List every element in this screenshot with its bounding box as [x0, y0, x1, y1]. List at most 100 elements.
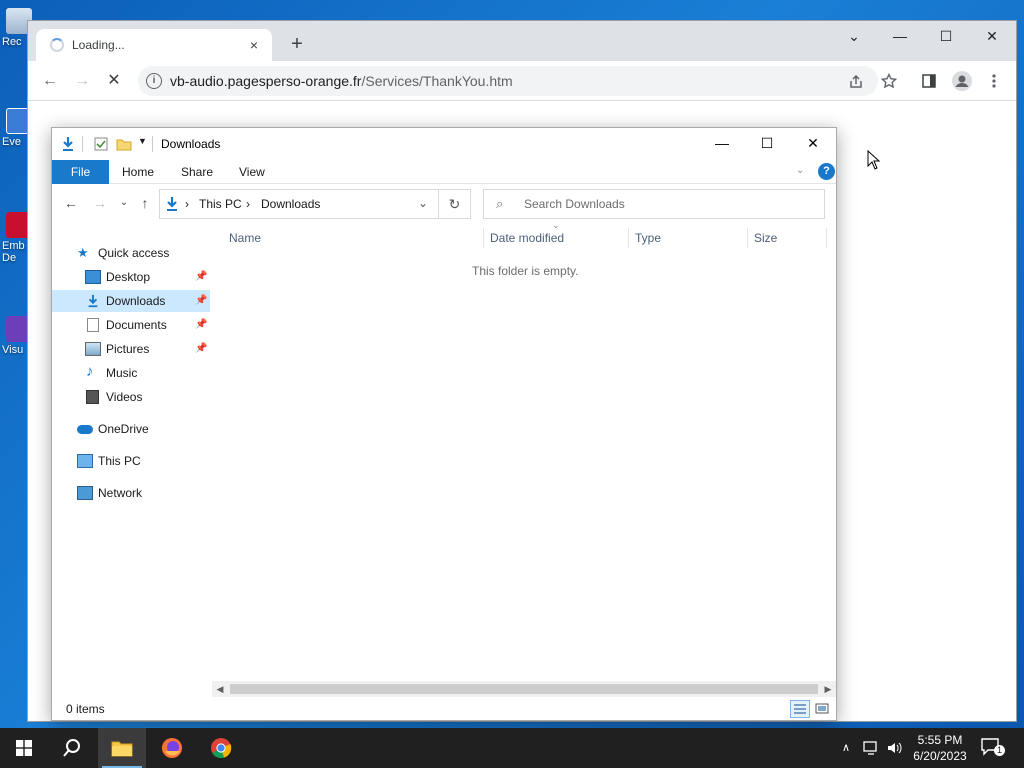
nav-onedrive[interactable]: OneDrive: [77, 418, 209, 440]
column-separator[interactable]: [628, 228, 629, 248]
file-list: Name Date modified ⌄ Type Size This fold…: [215, 220, 836, 686]
tab-view[interactable]: View: [239, 160, 265, 184]
nav-quick-access[interactable]: ★ Quick access: [77, 242, 209, 264]
up-arrow-icon[interactable]: ↑: [135, 193, 155, 213]
new-tab-button[interactable]: +: [284, 32, 310, 58]
help-button[interactable]: ?: [818, 163, 835, 180]
scroll-thumb[interactable]: [230, 684, 818, 694]
pin-icon[interactable]: 📌: [195, 314, 207, 336]
browser-maximize-button[interactable]: ☐: [923, 21, 969, 53]
start-button[interactable]: [0, 728, 48, 768]
network-status-icon[interactable]: [862, 740, 880, 756]
volume-icon[interactable]: [886, 740, 904, 756]
details-view-button[interactable]: [790, 700, 810, 718]
large-icons-view-button[interactable]: [812, 700, 832, 718]
forward-button[interactable]: →: [68, 67, 96, 95]
browser-tab[interactable]: Loading... ×: [36, 29, 272, 61]
notification-badge: 1: [994, 745, 1005, 756]
explorer-maximize-button[interactable]: ☐: [744, 128, 790, 158]
taskbar-firefox[interactable]: [148, 728, 196, 768]
nav-network[interactable]: Network: [77, 482, 209, 504]
breadcrumb-downloads[interactable]: Downloads: [261, 197, 320, 211]
side-panel-icon[interactable]: [921, 73, 937, 89]
pictures-icon: [85, 342, 101, 356]
pin-icon[interactable]: 📌: [195, 338, 207, 360]
nav-label: Desktop: [106, 270, 151, 284]
new-folder-icon[interactable]: [116, 136, 132, 152]
refresh-button[interactable]: ↻: [439, 189, 471, 219]
column-separator[interactable]: [826, 228, 827, 248]
chrome-icon: [211, 738, 232, 759]
desktop-icon-label: Emb De: [2, 240, 25, 264]
browser-toolbar: ← → ✕ i vb-audio.pagesperso-orange.fr/Se…: [28, 61, 1016, 101]
customize-qat-dropdown-icon[interactable]: ▼: [138, 136, 147, 146]
forward-arrow-icon[interactable]: →: [90, 193, 110, 213]
nav-desktop[interactable]: Desktop 📌: [52, 266, 210, 288]
explorer-close-button[interactable]: ✕: [790, 128, 836, 158]
back-button[interactable]: ←: [36, 67, 64, 95]
nav-videos[interactable]: Videos: [52, 386, 210, 408]
breadcrumb-separator[interactable]: ›: [185, 197, 189, 211]
explorer-title-bar: ▼ Downloads — ☐ ✕: [52, 128, 836, 160]
properties-icon[interactable]: [93, 136, 109, 152]
horizontal-scrollbar[interactable]: ◀ ▶: [212, 681, 836, 697]
column-header-name[interactable]: Name: [229, 226, 261, 250]
explorer-minimize-button[interactable]: —: [699, 128, 745, 158]
desktop-icon-label: Eve: [2, 136, 21, 148]
taskbar-chrome[interactable]: [197, 728, 245, 768]
pin-icon[interactable]: 📌: [195, 290, 207, 312]
browser-minimize-button[interactable]: —: [877, 21, 923, 53]
clock-date: 6/20/2023: [913, 749, 967, 763]
tab-share[interactable]: Share: [181, 160, 213, 184]
scroll-left-icon[interactable]: ◀: [212, 681, 228, 697]
notification-center-button[interactable]: 1: [981, 738, 1005, 756]
nav-this-pc[interactable]: This PC: [77, 450, 209, 472]
address-bar[interactable]: › This PC › Downloads ⌄: [159, 189, 439, 219]
nav-documents[interactable]: Documents 📌: [52, 314, 210, 336]
search-icon: ⌕: [496, 196, 504, 211]
nav-pictures[interactable]: Pictures 📌: [52, 338, 210, 360]
nav-label: Pictures: [106, 342, 150, 356]
tab-close-button[interactable]: ×: [244, 35, 264, 55]
status-bar: 0 items: [52, 698, 836, 720]
search-box[interactable]: ⌕ Search Downloads: [483, 189, 825, 219]
stop-loading-button[interactable]: ✕: [100, 67, 128, 95]
site-info-icon[interactable]: i: [146, 73, 162, 89]
column-separator[interactable]: [483, 228, 484, 248]
recent-locations-icon[interactable]: ⌄: [114, 193, 134, 213]
nav-music[interactable]: ♪ Music: [52, 362, 210, 384]
system-clock[interactable]: 5:55 PM 6/20/2023: [905, 732, 975, 764]
nav-label: Documents: [106, 318, 167, 332]
tab-search-button[interactable]: ⌄: [831, 21, 877, 53]
url-text[interactable]: vb-audio.pagesperso-orange.fr/Services/T…: [170, 73, 513, 89]
breadcrumb-separator[interactable]: ›: [246, 197, 250, 211]
bookmark-star-icon[interactable]: [881, 73, 897, 89]
details-view-icon: [794, 704, 806, 714]
taskbar-file-explorer[interactable]: [98, 728, 146, 768]
desktop-icon-label: Rec: [2, 36, 22, 48]
scroll-right-icon[interactable]: ▶: [820, 681, 836, 697]
tab-home[interactable]: Home: [122, 160, 154, 184]
star-icon: ★: [77, 245, 89, 260]
column-header-size[interactable]: Size: [754, 226, 777, 250]
browser-close-button[interactable]: ✕: [969, 21, 1015, 53]
expand-ribbon-icon[interactable]: ⌄: [796, 165, 804, 176]
breadcrumb-this-pc[interactable]: This PC: [199, 197, 242, 211]
address-history-dropdown-icon[interactable]: ⌄: [418, 196, 428, 210]
firefox-icon: [162, 738, 182, 758]
nav-label: Downloads: [106, 294, 166, 308]
navigation-pane: ★ Quick access Desktop 📌 Downloads 📌 Doc…: [52, 228, 210, 683]
column-separator[interactable]: [747, 228, 748, 248]
menu-kebab-icon[interactable]: [990, 73, 998, 89]
address-bar[interactable]: i vb-audio.pagesperso-orange.fr/Services…: [138, 66, 878, 96]
back-arrow-icon[interactable]: ←: [61, 193, 81, 213]
nav-downloads[interactable]: Downloads 📌: [52, 290, 210, 312]
share-icon[interactable]: [848, 74, 864, 90]
column-header-type[interactable]: Type: [635, 226, 661, 250]
pin-icon[interactable]: 📌: [195, 266, 207, 288]
show-hidden-icons-icon[interactable]: ∧: [838, 728, 854, 768]
clock-time: 5:55 PM: [917, 733, 963, 747]
search-button[interactable]: [48, 728, 96, 768]
tab-file[interactable]: File: [52, 160, 109, 184]
profile-avatar-icon[interactable]: [952, 71, 972, 91]
